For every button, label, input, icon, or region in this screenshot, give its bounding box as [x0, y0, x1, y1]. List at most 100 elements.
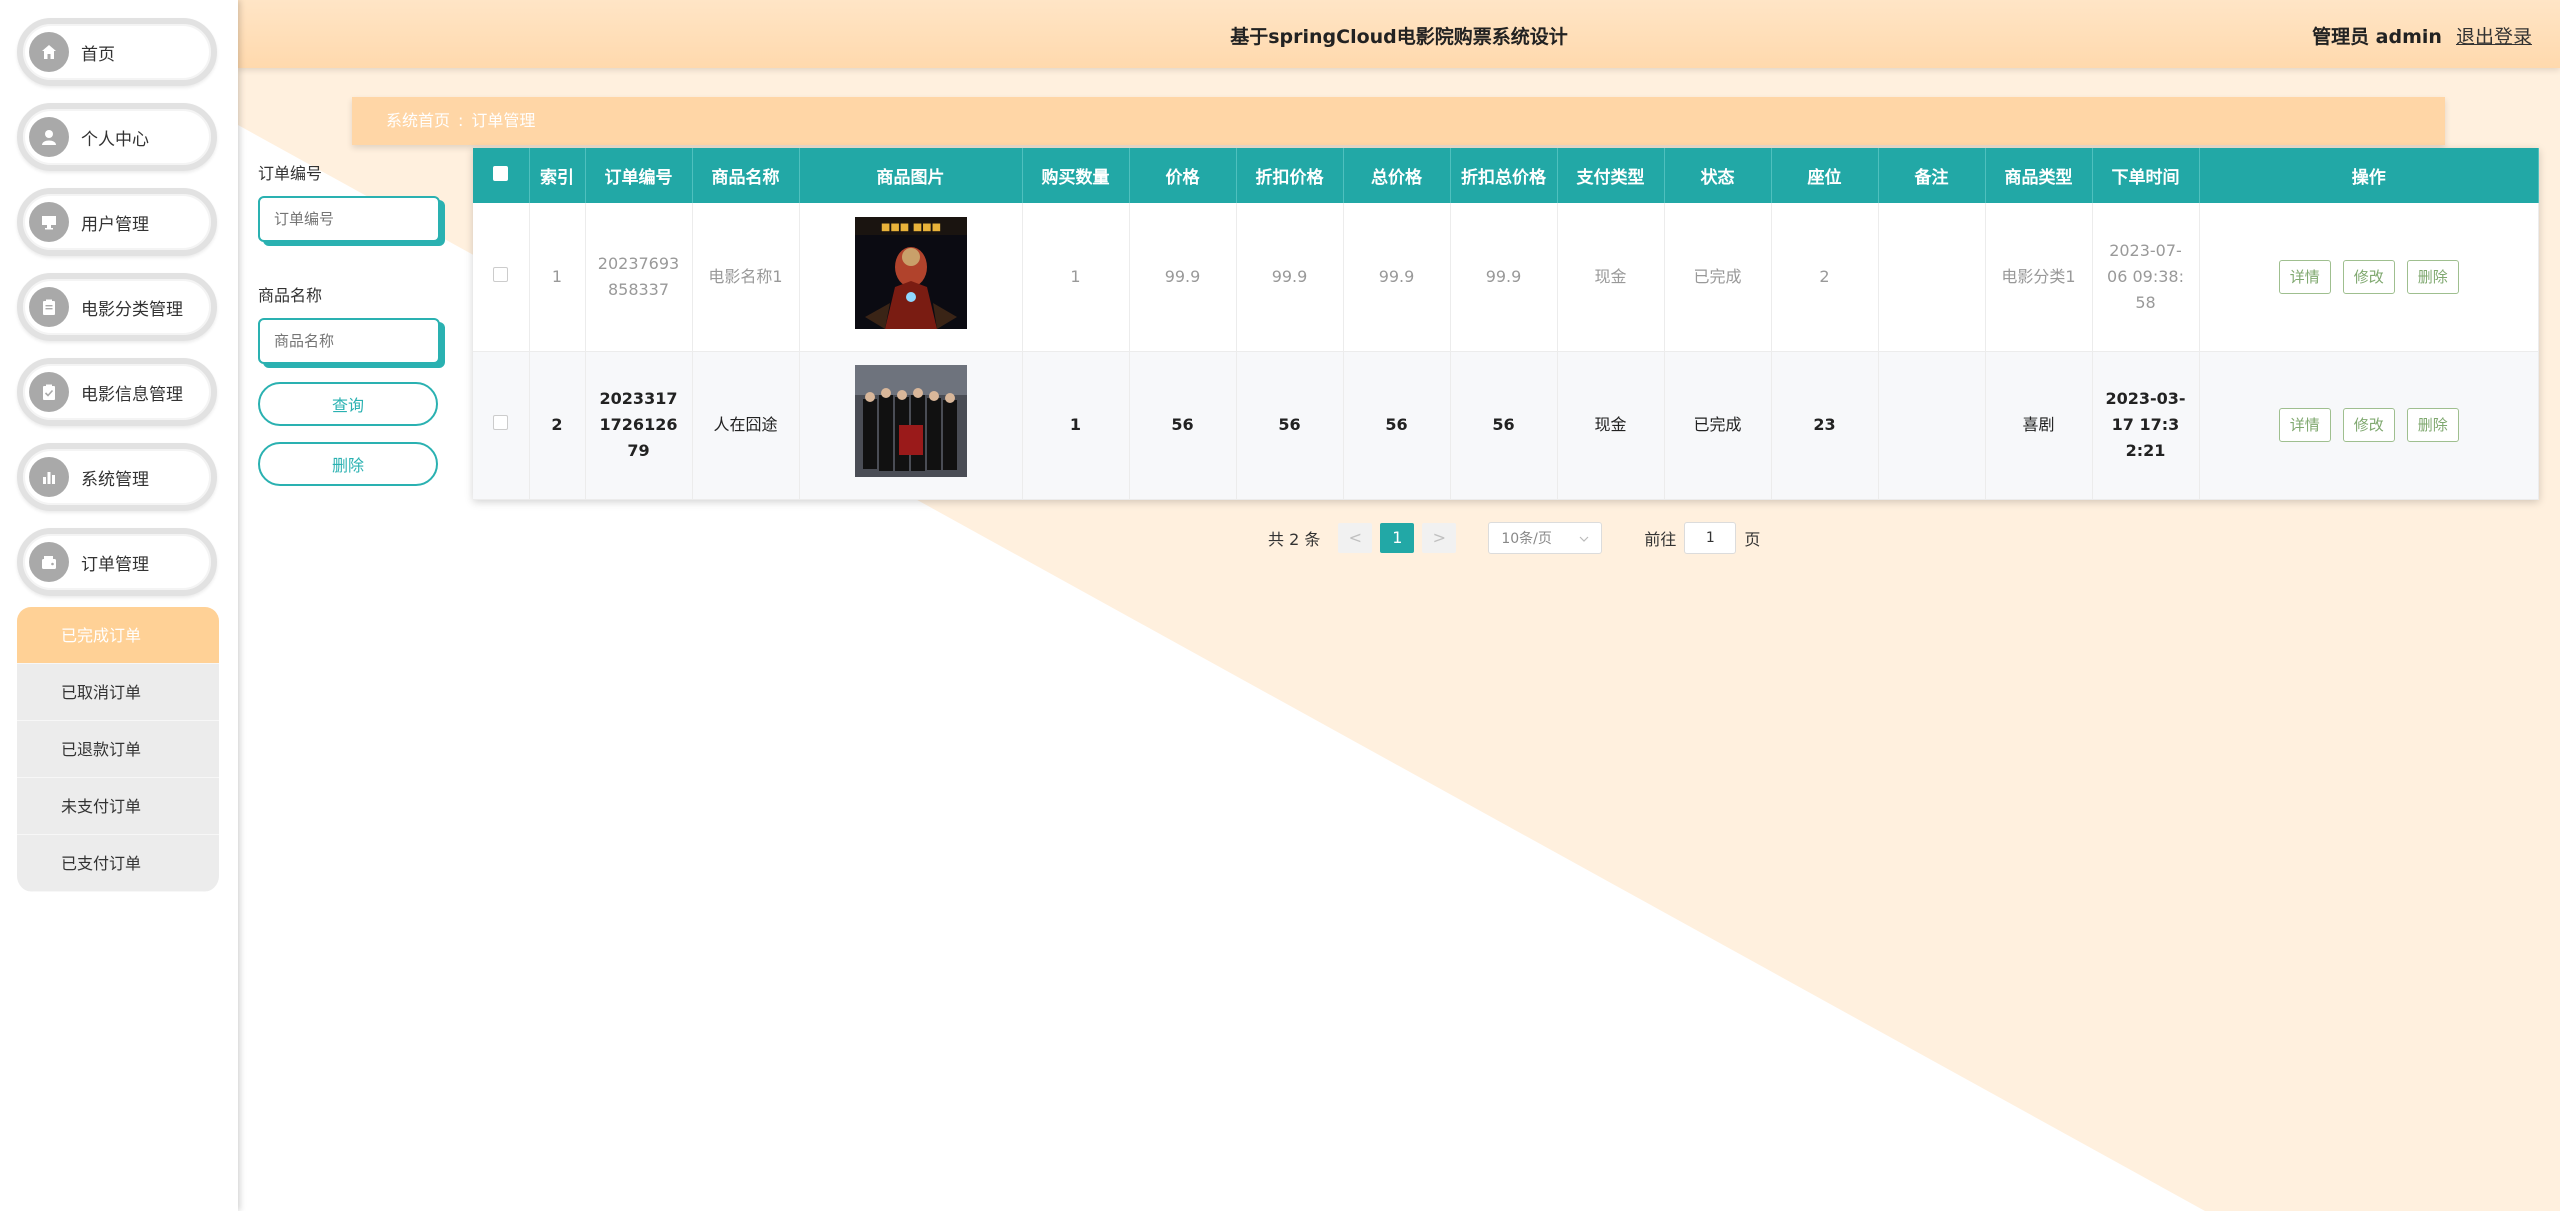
table-row: 1 20237693858337 电影名称1 ■■■ ■■■ 1 99.9 99… [473, 203, 2539, 352]
cell-actions: 详情 修改 删除 [2199, 203, 2539, 352]
column-header: 下单时间 [2092, 148, 2200, 203]
goto-page-input[interactable]: 1 [1684, 522, 1737, 554]
cell-order-time: 2023-03-17 17:32:21 [2092, 351, 2200, 500]
sidebar-item-movie-info[interactable]: 电影信息管理 [17, 358, 217, 426]
prev-page-button[interactable]: < [1338, 523, 1373, 553]
user-area: 管理员 admin 退出登录 [2312, 22, 2532, 49]
sidebar-item-users[interactable]: 用户管理 [17, 188, 217, 256]
sidebar-item-orders[interactable]: 订单管理 [17, 528, 217, 596]
submenu-completed-orders[interactable]: 已完成订单 [17, 607, 219, 664]
cell-seat: 23 [1771, 351, 1879, 500]
clipboard-icon [29, 287, 69, 327]
cell-discount-price: 56 [1236, 351, 1344, 500]
cell-actions: 详情 修改 删除 [2199, 351, 2539, 500]
row-checkbox[interactable] [493, 266, 509, 282]
sidebar-item-system[interactable]: 系统管理 [17, 443, 217, 511]
cell-product-name: 人在囧途 [692, 351, 800, 500]
sidebar-item-movie-category[interactable]: 电影分类管理 [17, 273, 217, 341]
cell-product-image [799, 351, 1023, 500]
breadcrumb-current: 订单管理 [471, 111, 536, 130]
detail-button[interactable]: 详情 [2278, 259, 2331, 294]
cell-status: 已完成 [1664, 203, 1772, 352]
column-header: 商品图片 [799, 148, 1023, 203]
cell-index: 1 [529, 203, 586, 352]
orders-table: 索引 订单编号 商品名称 商品图片 购买数量 价格 折扣价格 总价格 折扣总价格… [473, 148, 2539, 500]
movie-poster-image [854, 365, 967, 477]
submenu-refunded-orders[interactable]: 已退款订单 [17, 721, 219, 778]
sidebar-item-home[interactable]: 首页 [17, 18, 217, 86]
pagination: 共 2 条 < 1 > 10条/页 前往 1 页 [1268, 522, 1760, 554]
select-all-header[interactable] [473, 148, 530, 203]
submenu-unpaid-orders[interactable]: 未支付订单 [17, 778, 219, 835]
cell-quantity: 1 [1022, 351, 1130, 500]
select-all-checkbox[interactable] [493, 165, 509, 181]
breadcrumb-separator: : [458, 111, 464, 130]
cell-discount-total: 56 [1450, 351, 1558, 500]
checklist-icon [29, 372, 69, 412]
row-checkbox[interactable] [493, 415, 509, 430]
delete-button[interactable]: 删除 [258, 442, 438, 486]
cell-discount-total: 99.9 [1450, 203, 1558, 352]
next-page-button[interactable]: > [1422, 523, 1457, 553]
cell-total-price: 99.9 [1343, 203, 1451, 352]
order-no-input[interactable] [258, 196, 440, 242]
cell-product-type: 喜剧 [1985, 351, 2093, 500]
row-delete-button[interactable]: 删除 [2406, 259, 2459, 294]
cell-discount-price: 99.9 [1236, 203, 1344, 352]
logout-link[interactable]: 退出登录 [2456, 26, 2532, 48]
column-header: 操作 [2199, 148, 2539, 203]
cell-seat: 2 [1771, 203, 1879, 352]
detail-button[interactable]: 详情 [2278, 408, 2331, 442]
order-submenu: 已完成订单 已取消订单 已退款订单 未支付订单 已支付订单 [17, 607, 219, 892]
breadcrumb: 系统首页: 订单管理 [352, 97, 2445, 145]
column-header: 订单编号 [585, 148, 693, 203]
order-no-label: 订单编号 [258, 164, 323, 183]
column-header: 价格 [1129, 148, 1237, 203]
cell-product-name: 电影名称1 [692, 203, 800, 352]
table-header-row: 索引 订单编号 商品名称 商品图片 购买数量 价格 折扣价格 总价格 折扣总价格… [473, 148, 2539, 203]
column-header: 支付类型 [1557, 148, 1665, 203]
row-select[interactable] [473, 203, 530, 352]
submenu-paid-orders[interactable]: 已支付订单 [17, 835, 219, 892]
column-header: 备注 [1878, 148, 1986, 203]
row-select[interactable] [473, 351, 530, 500]
goto-label: 前往 [1644, 530, 1677, 549]
cell-order-no: 2023317172612679 [585, 351, 693, 500]
movie-poster-image: ■■■ ■■■ [854, 216, 967, 329]
cell-remark [1878, 203, 1986, 352]
home-icon [29, 32, 69, 72]
chart-icon [29, 457, 69, 497]
cell-product-image: ■■■ ■■■ [799, 203, 1023, 352]
cell-order-time: 2023-07-06 09:38:58 [2092, 203, 2200, 352]
sidebar-item-label: 系统管理 [81, 469, 149, 490]
query-button[interactable]: 查询 [258, 382, 438, 426]
column-header: 总价格 [1343, 148, 1451, 203]
sidebar-item-label: 电影分类管理 [81, 299, 183, 320]
cell-product-type: 电影分类1 [1985, 203, 2093, 352]
sidebar-item-label: 个人中心 [81, 129, 149, 150]
column-header: 商品名称 [692, 148, 800, 203]
user-role: 管理员 admin [2312, 26, 2442, 48]
svg-text:■■■ ■■■: ■■■ ■■■ [880, 222, 940, 233]
breadcrumb-home[interactable]: 系统首页 [386, 111, 450, 130]
submenu-cancelled-orders[interactable]: 已取消订单 [17, 664, 219, 721]
edit-button[interactable]: 修改 [2342, 408, 2395, 442]
product-name-input[interactable] [258, 318, 440, 364]
pagination-total: 共 2 条 [1268, 530, 1321, 549]
wallet-icon [29, 542, 69, 582]
cell-index: 2 [529, 351, 586, 500]
cell-remark [1878, 351, 1986, 500]
cell-quantity: 1 [1022, 203, 1130, 352]
row-delete-button[interactable]: 删除 [2406, 408, 2459, 442]
current-page-button[interactable]: 1 [1380, 523, 1415, 553]
app-title: 基于springCloud电影院购票系统设计 [1230, 26, 1568, 48]
cell-price: 56 [1129, 351, 1237, 500]
page-size-select[interactable]: 10条/页 [1488, 522, 1603, 554]
column-header: 座位 [1771, 148, 1879, 203]
sidebar-item-label: 订单管理 [81, 554, 149, 575]
sidebar-item-label: 首页 [81, 44, 115, 65]
sidebar-item-label: 电影信息管理 [81, 384, 183, 405]
person-icon [29, 117, 69, 157]
edit-button[interactable]: 修改 [2342, 259, 2395, 294]
sidebar-item-profile[interactable]: 个人中心 [17, 103, 217, 171]
